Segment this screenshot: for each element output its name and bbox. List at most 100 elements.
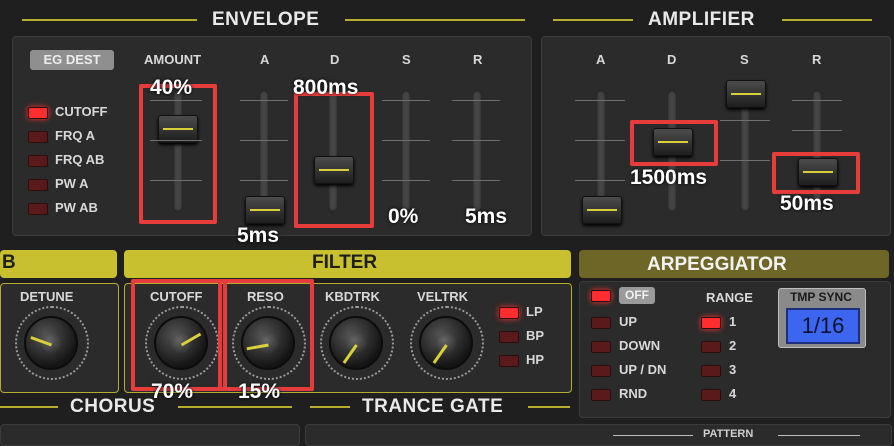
filter-led-lp[interactable] [499, 307, 519, 319]
dest-led-frq-ab[interactable] [28, 155, 48, 167]
env-tick [240, 100, 288, 101]
amp-tick [720, 120, 770, 121]
env-r-value: 5ms [465, 205, 508, 228]
arp-mode-down[interactable]: DOWN [619, 338, 660, 353]
amplifier-header-line-left [553, 19, 633, 21]
arp-mode-updn[interactable]: UP / DN [619, 362, 666, 377]
reso-highlight [218, 279, 314, 391]
dest-led-pw-a[interactable] [28, 179, 48, 191]
dest-led-frq-a[interactable] [28, 131, 48, 143]
env-tick [452, 140, 500, 141]
arpeggiator-title: ARPEGGIATOR [647, 254, 787, 275]
range-led-1[interactable] [701, 317, 721, 329]
env-tick [382, 140, 430, 141]
amp-a-label: A [596, 52, 606, 67]
range-option-1[interactable]: 1 [729, 314, 736, 329]
dest-option-frq-a[interactable]: FRQ A [55, 128, 95, 143]
arp-led-updn[interactable] [591, 365, 611, 377]
range-option-2[interactable]: 2 [729, 338, 736, 353]
range-led-3[interactable] [701, 365, 721, 377]
dest-option-pw-a[interactable]: PW A [55, 176, 88, 191]
range-option-3[interactable]: 3 [729, 362, 736, 377]
arp-led-up[interactable] [591, 317, 611, 329]
amp-a-track[interactable] [596, 90, 606, 212]
env-a-value: 5ms [237, 224, 280, 247]
trance-gate-line-left [310, 406, 350, 408]
pattern-line-left [613, 435, 693, 436]
env-amount-highlight [139, 84, 217, 224]
envelope-header-line-left [22, 19, 197, 21]
dest-led-pw-ab[interactable] [28, 203, 48, 215]
eg-dest-button[interactable]: EG DEST [30, 50, 114, 70]
amp-s-handle[interactable] [726, 80, 766, 108]
amp-tick [792, 100, 842, 101]
env-tick [240, 180, 288, 181]
env-s-label: S [402, 52, 411, 67]
env-tick [452, 100, 500, 101]
trance-gate-title: TRANCE GATE [362, 396, 504, 417]
chorus-line-left [0, 406, 58, 408]
amp-s-track[interactable] [740, 90, 750, 212]
amp-r-highlight [772, 152, 860, 194]
envelope-title: ENVELOPE [212, 9, 320, 30]
env-r-track[interactable] [472, 90, 482, 212]
env-s-track[interactable] [401, 90, 411, 212]
veltrk-label: VELTRK [417, 289, 469, 304]
filter-type-hp[interactable]: HP [526, 352, 544, 367]
filter-title: FILTER [312, 252, 378, 273]
chorus-title: CHORUS [70, 396, 156, 417]
env-a-handle[interactable] [245, 196, 285, 224]
tmp-sync-label: TMP SYNC [790, 290, 852, 304]
arp-off-button[interactable]: OFF [619, 287, 655, 304]
range-led-2[interactable] [701, 341, 721, 353]
env-d-value: 800ms [293, 76, 359, 99]
amplifier-title: AMPLIFIER [648, 9, 755, 30]
cutoff-highlight [131, 279, 227, 391]
env-s-value: 0% [388, 205, 419, 228]
filter-type-bp[interactable]: BP [526, 328, 544, 343]
dest-option-frq-ab[interactable]: FRQ AB [55, 152, 104, 167]
arp-mode-rnd[interactable]: RND [619, 386, 647, 401]
arp-led-rnd[interactable] [591, 389, 611, 401]
range-led-4[interactable] [701, 389, 721, 401]
dest-option-pw-ab[interactable]: PW AB [55, 200, 98, 215]
osc-b-title: B [2, 252, 16, 273]
amp-d-label: D [667, 52, 677, 67]
dest-option-cutoff[interactable]: CUTOFF [55, 104, 107, 119]
tmp-sync-value[interactable]: 1/16 [786, 308, 860, 344]
amp-d-value: 1500ms [630, 166, 708, 189]
amp-r-label: R [812, 52, 822, 67]
chorus-panel [0, 424, 300, 446]
amp-tick [575, 180, 625, 181]
arp-led-off[interactable] [591, 290, 611, 302]
amp-a-handle[interactable] [582, 196, 622, 224]
reso-value: 15% [238, 380, 281, 403]
kbdtrk-label: KBDTRK [325, 289, 380, 304]
amp-d-highlight [630, 120, 718, 166]
env-tick [382, 180, 430, 181]
amp-tick [575, 140, 625, 141]
amp-tick [792, 130, 842, 131]
osc-b-header [0, 250, 117, 278]
env-d-highlight [294, 92, 374, 228]
amplifier-header-line-right [782, 19, 872, 21]
arp-mode-up[interactable]: UP [619, 314, 637, 329]
trance-gate-line-right [528, 406, 570, 408]
pattern-line-right [778, 435, 860, 436]
cutoff-value: 70% [151, 380, 194, 403]
env-tick [240, 140, 288, 141]
dest-led-cutoff[interactable] [28, 107, 48, 119]
arp-led-down[interactable] [591, 341, 611, 353]
pattern-label: PATTERN [703, 428, 754, 440]
filter-type-lp[interactable]: LP [526, 304, 543, 319]
env-d-label: D [330, 52, 340, 67]
range-option-4[interactable]: 4 [729, 386, 736, 401]
kbdtrk-knob[interactable] [329, 316, 383, 370]
veltrk-knob[interactable] [419, 316, 473, 370]
amp-r-value: 50ms [780, 192, 834, 215]
detune-knob[interactable] [24, 316, 78, 370]
env-a-track[interactable] [259, 90, 269, 212]
filter-led-hp[interactable] [499, 355, 519, 367]
env-tick [452, 180, 500, 181]
filter-led-bp[interactable] [499, 331, 519, 343]
